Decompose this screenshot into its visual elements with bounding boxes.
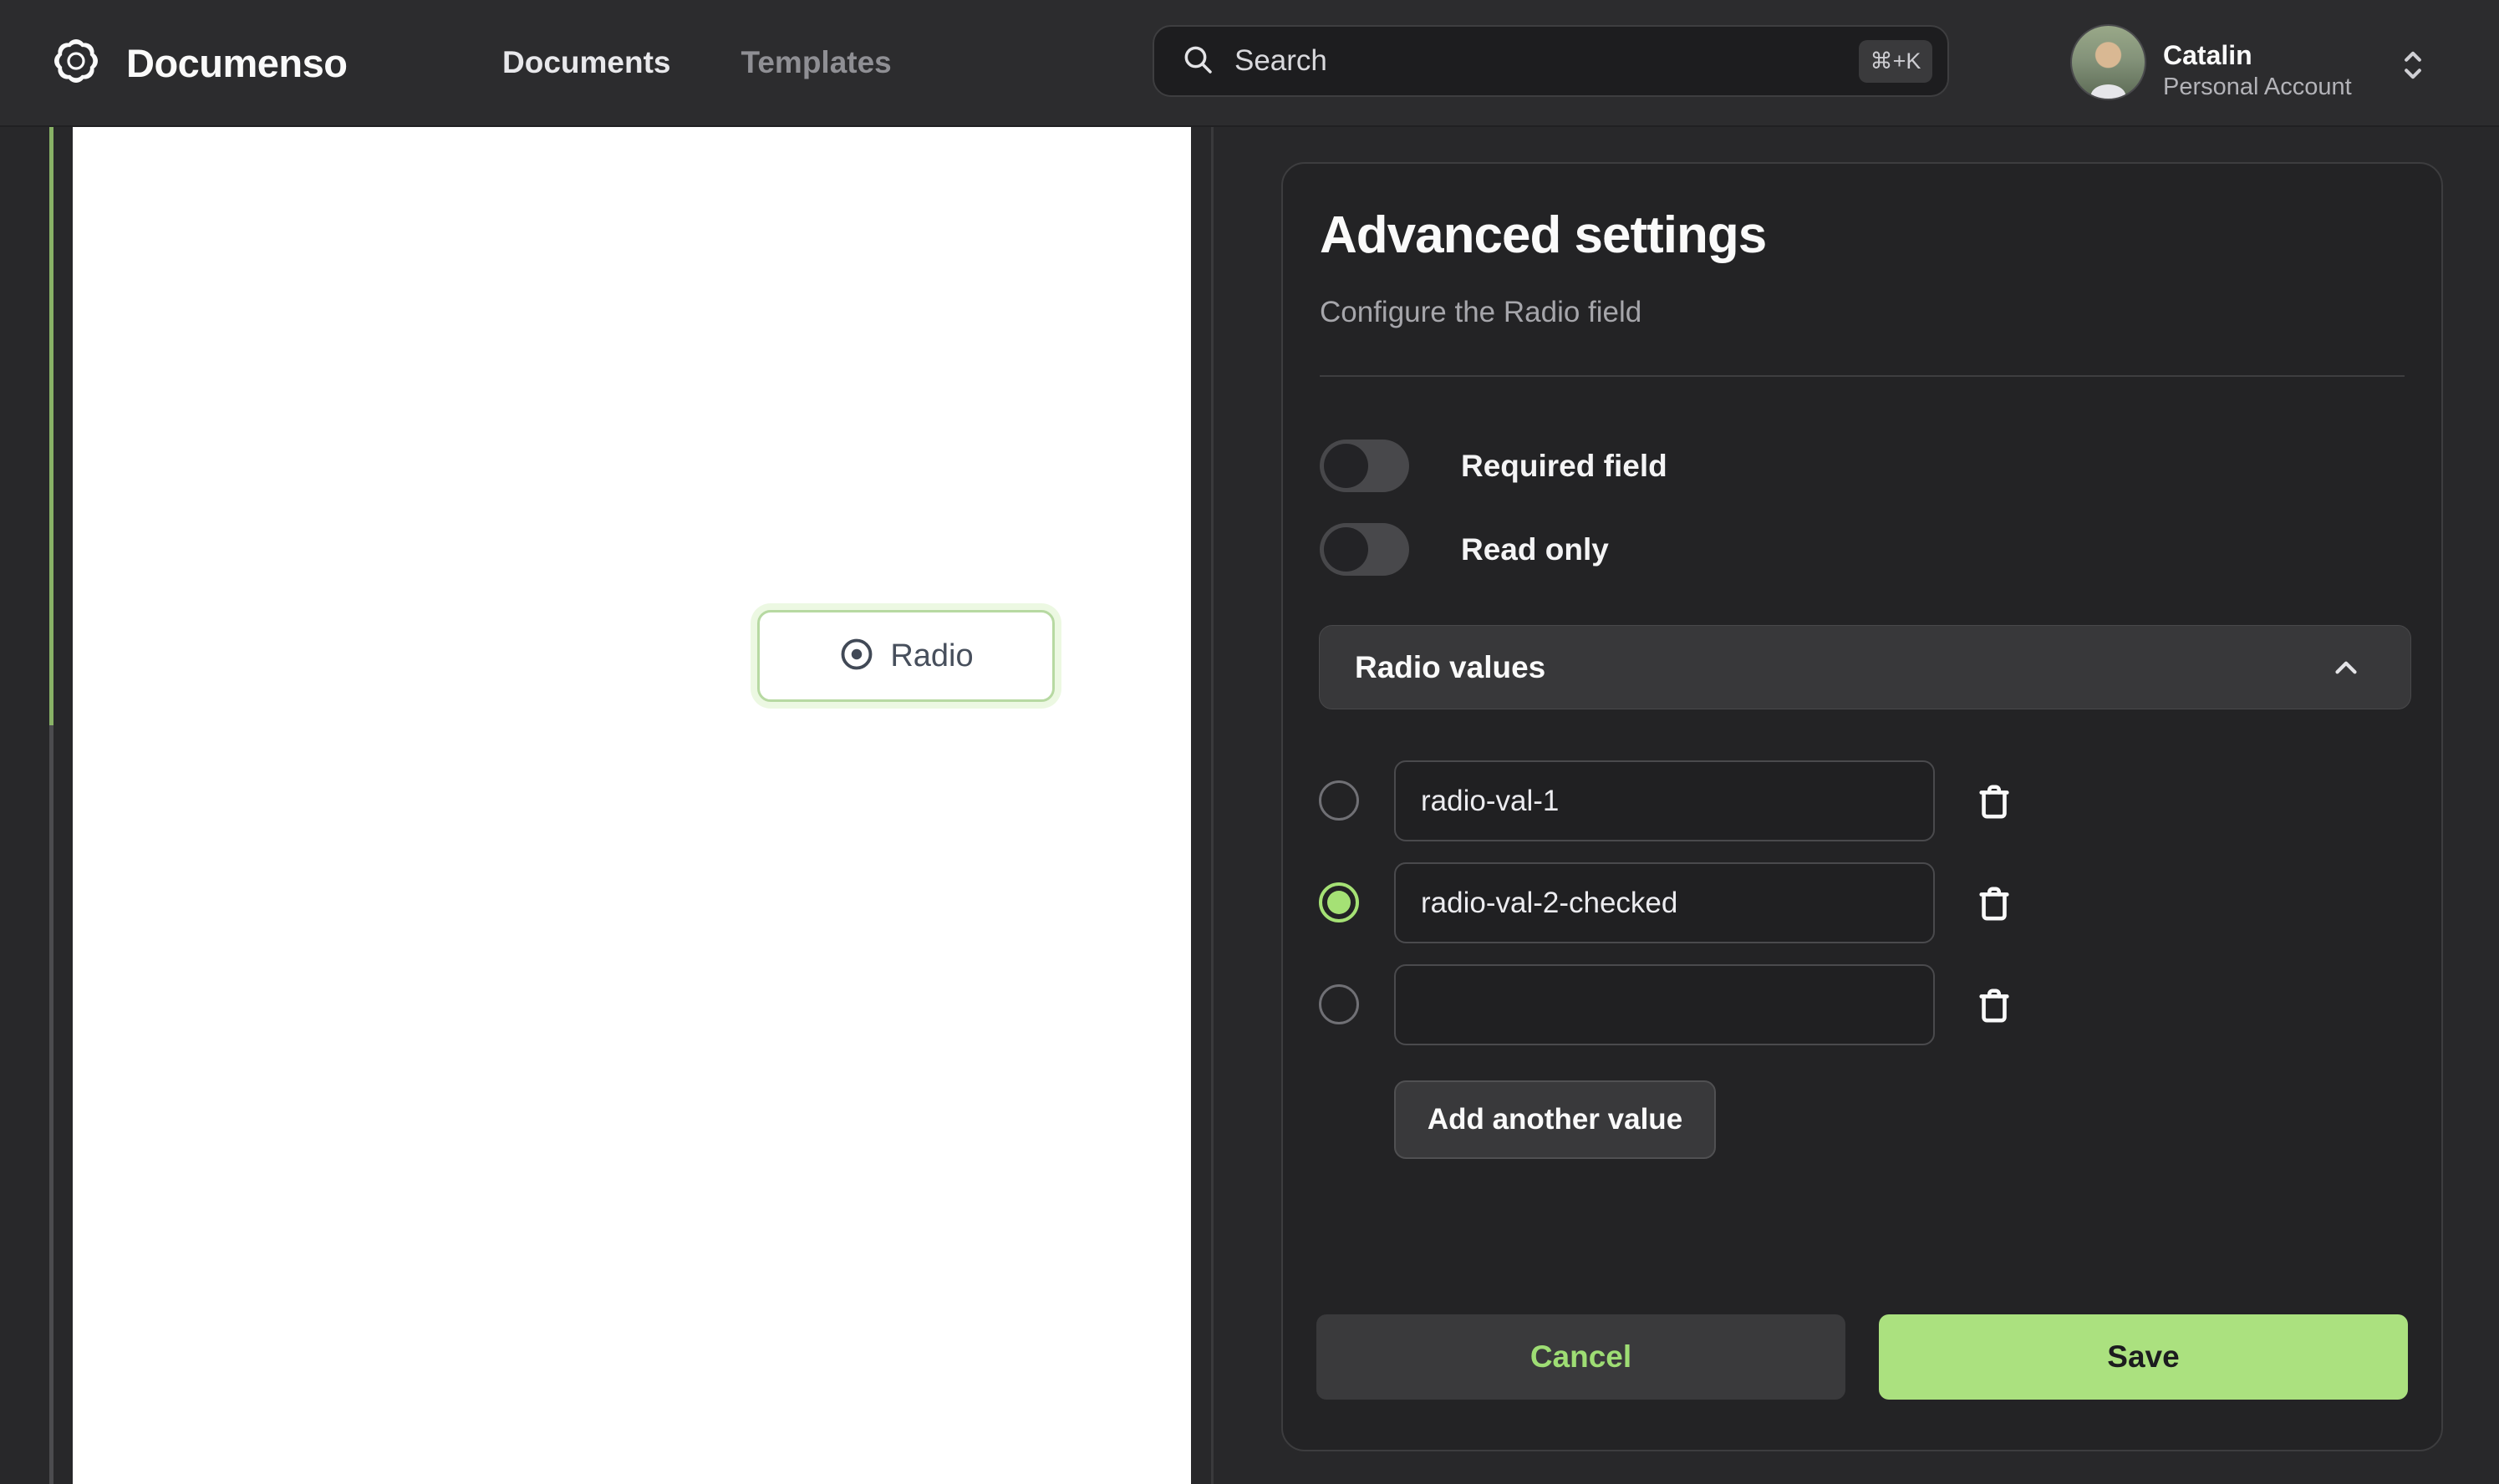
radio-circle-icon bbox=[838, 636, 875, 677]
avatar[interactable] bbox=[2070, 24, 2146, 100]
radio-value-row bbox=[1283, 760, 2445, 841]
required-field-row: Required field bbox=[1320, 440, 1667, 492]
panel-divider-line bbox=[1211, 127, 1214, 1484]
panel-title: Advanced settings bbox=[1320, 206, 1767, 264]
trash-icon bbox=[1979, 785, 2009, 819]
search-input[interactable]: Search ⌘+K bbox=[1153, 25, 1949, 97]
search-icon bbox=[1181, 43, 1214, 80]
trash-icon bbox=[1979, 988, 2009, 1023]
documenso-logo-icon bbox=[51, 36, 101, 90]
required-field-label: Required field bbox=[1461, 448, 1667, 483]
radio-value-input-1[interactable] bbox=[1394, 760, 1935, 841]
panel-subtitle: Configure the Radio field bbox=[1320, 296, 1642, 328]
search-placeholder: Search bbox=[1234, 44, 1327, 77]
nav-documents[interactable]: Documents bbox=[502, 45, 670, 80]
main-nav: Documents Templates bbox=[502, 0, 892, 125]
brand[interactable]: Documenso bbox=[51, 0, 348, 125]
user-account-type: Personal Account bbox=[2163, 74, 2352, 100]
documenso-app: Documenso Documents Templates Search ⌘+K… bbox=[0, 0, 2499, 1484]
radio-values-label: Radio values bbox=[1355, 649, 1546, 684]
read-only-row: Read only bbox=[1320, 523, 1609, 576]
brand-name: Documenso bbox=[126, 40, 348, 85]
divider bbox=[1320, 375, 2405, 377]
save-button[interactable]: Save bbox=[1879, 1314, 2408, 1400]
user-name: Catalin bbox=[2163, 40, 2252, 70]
radio-values-section-header[interactable]: Radio values bbox=[1319, 625, 2411, 709]
radio-field-on-page[interactable]: Radio bbox=[757, 610, 1055, 702]
radio-option-2[interactable] bbox=[1319, 882, 1359, 922]
account-selector-icon[interactable] bbox=[2397, 47, 2429, 88]
required-field-toggle[interactable] bbox=[1320, 440, 1409, 492]
nav-templates[interactable]: Templates bbox=[741, 45, 891, 80]
top-navbar: Documenso Documents Templates Search ⌘+K… bbox=[0, 0, 2499, 127]
advanced-settings-panel: Advanced settings Configure the Radio fi… bbox=[1281, 162, 2443, 1451]
delete-value-button-3[interactable] bbox=[1967, 978, 2022, 1033]
radio-option-3[interactable] bbox=[1319, 984, 1359, 1024]
search-shortcut-badge: ⌘+K bbox=[1859, 39, 1932, 83]
trash-icon bbox=[1979, 887, 2009, 921]
radio-value-row bbox=[1283, 964, 2445, 1045]
cancel-button[interactable]: Cancel bbox=[1316, 1314, 1845, 1400]
radio-option-1[interactable] bbox=[1319, 780, 1359, 821]
read-only-toggle[interactable] bbox=[1320, 523, 1409, 576]
radio-value-input-2[interactable] bbox=[1394, 862, 1935, 943]
radio-value-input-3[interactable] bbox=[1394, 964, 1935, 1045]
toggle-thumb bbox=[1324, 444, 1368, 488]
chevron-up-icon bbox=[2335, 661, 2357, 673]
page-scroll-track[interactable] bbox=[49, 725, 53, 1484]
page-scroll-indicator[interactable] bbox=[49, 127, 53, 725]
radio-value-row bbox=[1283, 862, 2445, 943]
radio-field-label: Radio bbox=[890, 638, 974, 673]
delete-value-button-1[interactable] bbox=[1967, 774, 2022, 829]
document-page bbox=[73, 127, 1191, 1484]
toggle-thumb bbox=[1324, 527, 1368, 572]
delete-value-button-2[interactable] bbox=[1967, 876, 2022, 931]
read-only-label: Read only bbox=[1461, 531, 1609, 567]
add-another-value-button[interactable]: Add another value bbox=[1394, 1080, 1716, 1159]
